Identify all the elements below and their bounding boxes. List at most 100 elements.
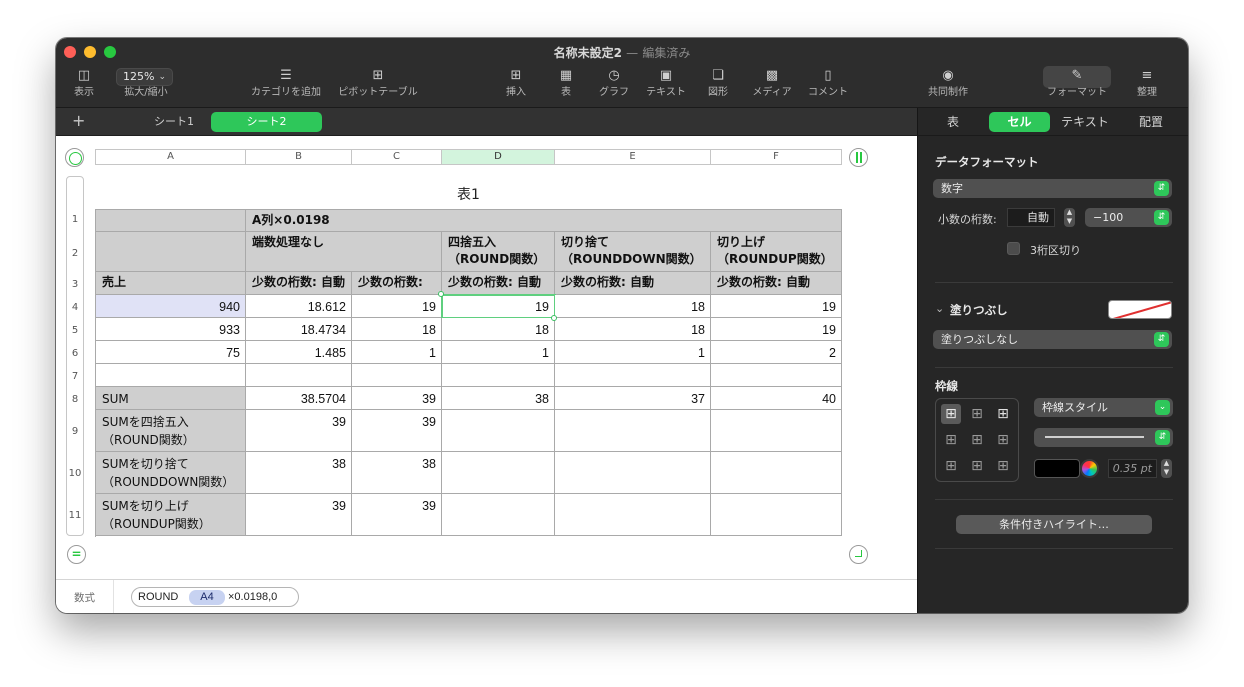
row-header-1[interactable]: 1 (66, 214, 84, 225)
selection-handle-bottom-right[interactable] (551, 315, 557, 321)
organize-button[interactable]: ≡ 整理 (1133, 66, 1161, 106)
fill-select[interactable]: 塗りつぶしなし ⇵ (933, 330, 1172, 349)
cell-a5[interactable]: 933 (96, 318, 246, 341)
add-sheet-button[interactable]: + (72, 111, 85, 130)
insert-button[interactable]: ⊞ 挿入 (502, 66, 530, 106)
data-format-select[interactable]: 数字 ⇵ (933, 179, 1172, 198)
text-button[interactable]: ▣ テキスト (642, 66, 690, 106)
border-vertical-icon[interactable]: ⊞ (967, 430, 987, 450)
shape-button[interactable]: ❏ 図形 (704, 66, 732, 106)
row-header-2[interactable]: 2 (66, 248, 84, 259)
cell-c11[interactable]: 39 (352, 494, 442, 536)
media-button[interactable]: ▩ メディア (748, 66, 796, 106)
cell-a1[interactable] (96, 210, 246, 232)
cell-c6[interactable]: 1 (352, 341, 442, 364)
cell-c3[interactable]: 少数の桁数: 0 (352, 272, 442, 295)
tab-table[interactable]: 表 (930, 112, 976, 132)
selection-handle-top-left[interactable] (438, 291, 444, 297)
cell-d11[interactable] (442, 494, 555, 536)
row-header-8[interactable]: 8 (66, 394, 84, 405)
cell-d2[interactable]: 四捨五入 （ROUND関数） (442, 232, 555, 272)
cell-e4[interactable]: 18 (555, 295, 711, 318)
select-table-button[interactable] (65, 148, 84, 167)
formula-function-token[interactable]: ROUND (138, 590, 178, 604)
cell-d9[interactable] (442, 410, 555, 452)
add-row-button[interactable]: = (67, 545, 86, 564)
cell-f3[interactable]: 少数の桁数: 自動 (711, 272, 842, 295)
cell-c4[interactable]: 19 (352, 295, 442, 318)
border-color-well[interactable] (1034, 459, 1080, 478)
cell-b3[interactable]: 少数の桁数: 自動 (246, 272, 352, 295)
formula-ref-token[interactable]: A4 (189, 590, 225, 605)
row-header-5[interactable]: 5 (66, 325, 84, 336)
tab-sheet1[interactable]: シート1 (138, 112, 210, 132)
cell-c9[interactable]: 39 (352, 410, 442, 452)
border-horizontal-icon[interactable]: ⊞ (967, 456, 987, 476)
cell-a6[interactable]: 75 (96, 341, 246, 364)
cell-d5[interactable]: 18 (442, 318, 555, 341)
fill-title[interactable]: 塗りつぶし (950, 302, 1008, 318)
cell-e10[interactable] (555, 452, 711, 494)
cell-f7[interactable] (711, 364, 842, 387)
cell-b6[interactable]: 1.485 (246, 341, 352, 364)
resize-table-button[interactable] (849, 545, 868, 564)
row-header-11[interactable]: 11 (66, 510, 84, 521)
border-inner-icon[interactable]: ⊞ (967, 404, 987, 424)
cell-e2[interactable]: 切り捨て （ROUNDDOWN関数） (555, 232, 711, 272)
cell-f6[interactable]: 2 (711, 341, 842, 364)
line-style-select[interactable]: ⇵ (1034, 428, 1173, 447)
cell-f5[interactable]: 19 (711, 318, 842, 341)
formula-editor[interactable]: ROUND A4 ×0.0198,0 (131, 587, 299, 607)
add-category-button[interactable]: ☰ カテゴリを追加 (246, 66, 326, 106)
comment-button[interactable]: ▯ コメント (806, 66, 850, 106)
cell-d4-selected[interactable]: 19 (441, 294, 556, 319)
cell-a4[interactable]: 940 (96, 295, 246, 318)
column-header-f[interactable]: F (710, 149, 842, 165)
tab-sheet2[interactable]: シート2 (211, 112, 322, 132)
row-header-3[interactable]: 3 (66, 279, 84, 290)
cell-d6[interactable]: 1 (442, 341, 555, 364)
cell-a10[interactable]: SUMを切り捨て （ROUNDDOWN関数） (96, 452, 246, 494)
collaborate-button[interactable]: ◉ 共同制作 (924, 66, 972, 106)
zoom-select[interactable]: 125% ⌄ (116, 68, 173, 86)
negative-format-select[interactable]: −100 ⇵ (1085, 208, 1172, 227)
freeze-columns-button[interactable] (849, 148, 868, 167)
conditional-highlight-button[interactable]: 条件付きハイライト… (956, 515, 1152, 534)
row-header-7[interactable]: 7 (66, 371, 84, 382)
column-header-b[interactable]: B (245, 149, 352, 165)
disclosure-chevron-icon[interactable]: ⌄ (935, 302, 944, 315)
row-header-4[interactable]: 4 (66, 302, 84, 313)
cell-e6[interactable]: 1 (555, 341, 711, 364)
cell-d7[interactable] (442, 364, 555, 387)
pivot-table-button[interactable]: ⊞ ピボットテーブル (334, 66, 422, 106)
cell-c8[interactable]: 39 (352, 387, 442, 410)
cell-a11[interactable]: SUMを切り上げ （ROUNDUP関数） (96, 494, 246, 536)
cell-b11[interactable]: 39 (246, 494, 352, 536)
cell-e7[interactable] (555, 364, 711, 387)
cell-b7[interactable] (246, 364, 352, 387)
border-bottom-icon[interactable]: ⊞ (993, 456, 1013, 476)
border-width-stepper[interactable]: ▲ ▼ (1161, 459, 1172, 478)
tab-cell[interactable]: セル (989, 112, 1050, 132)
cell-f9[interactable] (711, 410, 842, 452)
cell-b10[interactable]: 38 (246, 452, 352, 494)
column-header-e[interactable]: E (554, 149, 711, 165)
cell-a7[interactable] (96, 364, 246, 387)
column-header-a[interactable]: A (95, 149, 246, 165)
format-button[interactable]: ✎ フォーマット (1043, 66, 1111, 106)
cell-d3[interactable]: 少数の桁数: 自動 (442, 272, 555, 295)
border-right-icon[interactable]: ⊞ (993, 430, 1013, 450)
tab-arrange[interactable]: 配置 (1123, 112, 1179, 132)
column-header-d[interactable]: D (441, 149, 555, 165)
cell-b9[interactable]: 39 (246, 410, 352, 452)
cell-f11[interactable] (711, 494, 842, 536)
cell-b5[interactable]: 18.4734 (246, 318, 352, 341)
table-title[interactable]: 表1 (95, 184, 842, 204)
cell-f2[interactable]: 切り上げ （ROUNDUP関数） (711, 232, 842, 272)
cell-a8[interactable]: SUM (96, 387, 246, 410)
cell-b1[interactable]: A列×0.0198 (246, 210, 842, 232)
cell-e3[interactable]: 少数の桁数: 自動 (555, 272, 711, 295)
border-grid-icon[interactable]: ⊞ (993, 404, 1013, 424)
thousands-separator-checkbox[interactable] (1007, 242, 1020, 255)
chart-button[interactable]: ◷ グラフ (596, 66, 632, 106)
